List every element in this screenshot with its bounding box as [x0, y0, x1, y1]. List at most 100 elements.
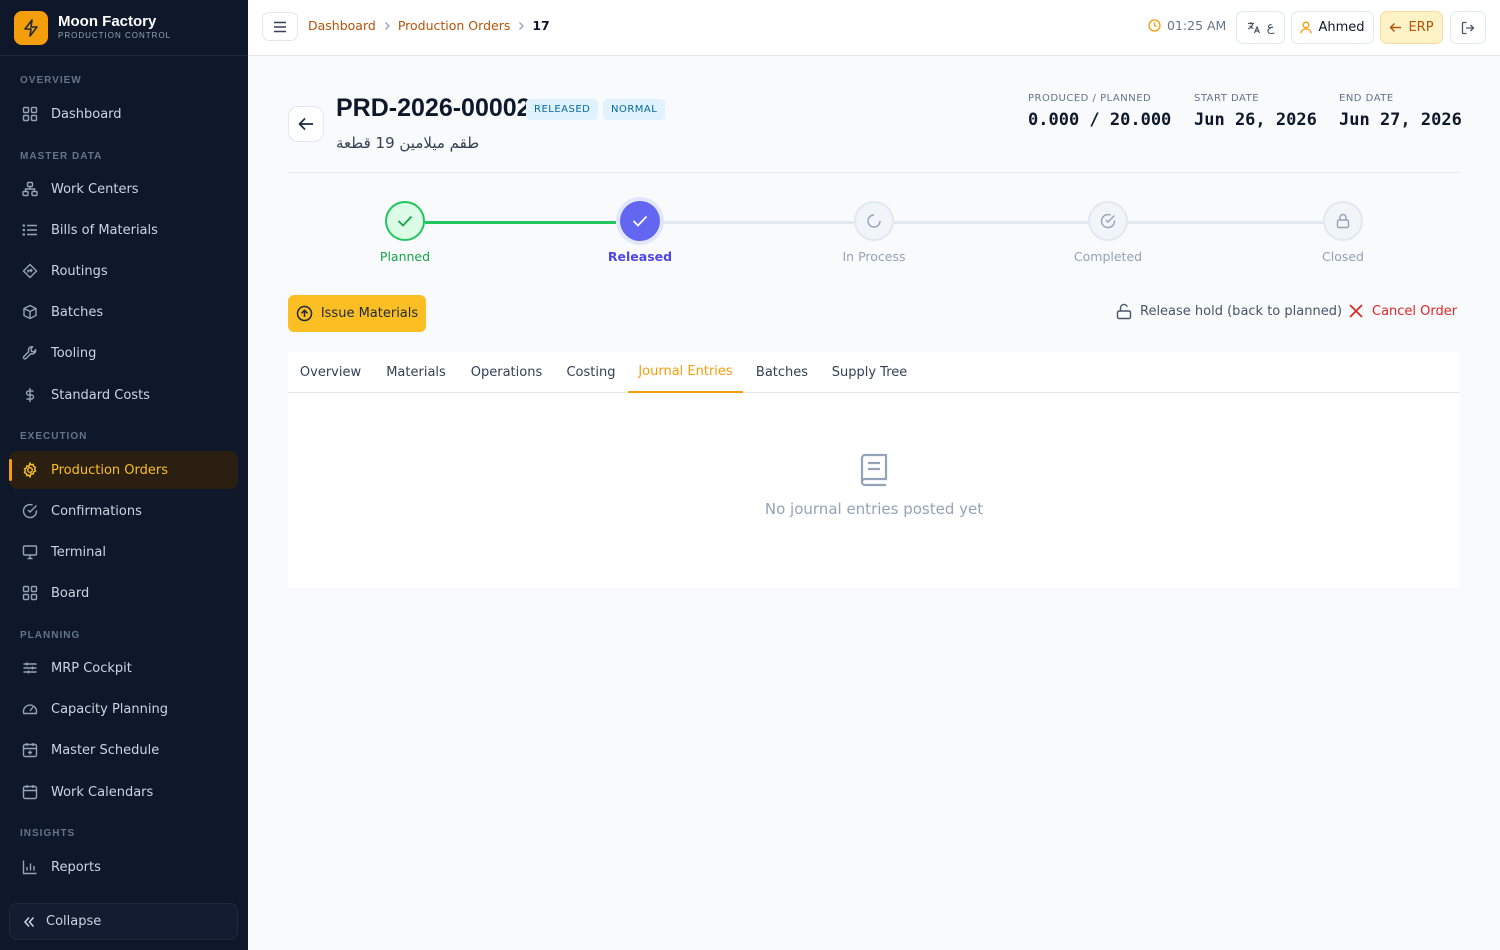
menu-toggle-button[interactable] [262, 12, 298, 41]
sidebar-item-work-centers[interactable]: Work Centers [9, 170, 238, 208]
wrench-icon [21, 344, 39, 362]
sidebar-item-dashboard[interactable]: Dashboard [9, 95, 238, 133]
clock: 01:25 AM [1148, 18, 1226, 33]
sidebar-item-label: Reports [51, 859, 101, 875]
route-icon [21, 262, 39, 280]
close-icon [1348, 303, 1364, 319]
sidebar-item-tooling[interactable]: Tooling [9, 334, 238, 372]
produced-planned: PRODUCED / PLANNED 0.000 / 20.000 [1028, 93, 1171, 130]
tab-batches[interactable]: Batches [743, 352, 821, 393]
sidebar-item-bills-of-materials[interactable]: Bills of Materials [9, 211, 238, 249]
sidebar-item-label: Terminal [51, 544, 106, 560]
brand: Moon Factory PRODUCTION CONTROL [0, 0, 248, 56]
calendar-icon [21, 783, 39, 801]
book-icon [858, 453, 890, 487]
produced-label: PRODUCED / PLANNED [1028, 93, 1152, 104]
end-date-label: END DATE [1339, 93, 1394, 104]
cancel-order-label: Cancel Order [1372, 303, 1458, 319]
sidebar-item-label: MRP Cockpit [51, 660, 132, 676]
sidebar-item-reports[interactable]: Reports [9, 848, 238, 886]
step-connector-done [425, 221, 616, 224]
chevron-right-icon [383, 21, 391, 31]
back-button[interactable] [288, 106, 324, 142]
check-icon [397, 215, 413, 227]
check-icon [632, 215, 648, 227]
sidebar-item-label: Confirmations [51, 503, 142, 519]
gauge-icon [21, 700, 39, 718]
loader-icon [866, 213, 882, 229]
language-button[interactable]: ع [1236, 11, 1285, 44]
sidebar-item-standard-costs[interactable]: Standard Costs [9, 376, 238, 414]
sidebar-item-label: Dashboard [51, 106, 122, 122]
step-connector [1128, 221, 1323, 224]
sidebar-item-label: Tooling [51, 345, 97, 361]
sidebar-item-master-schedule[interactable]: Master Schedule [9, 731, 238, 769]
clock-time: 01:25 AM [1167, 18, 1227, 33]
product-name: طقم ميلامين 19 قطعة [336, 134, 480, 152]
logout-button[interactable] [1450, 11, 1486, 44]
step-label-planned: Planned [379, 249, 431, 264]
nav-section-planning: PLANNING [20, 630, 81, 641]
sidebar-item-routings[interactable]: Routings [9, 252, 238, 290]
sidebar-item-label: Routings [51, 263, 108, 279]
tab-materials[interactable]: Materials [373, 352, 459, 393]
arrow-left-icon [1389, 22, 1402, 33]
release-hold-button[interactable]: Release hold (back to planned) [1116, 303, 1342, 320]
start-date: START DATE Jun 26, 2026 [1194, 93, 1317, 130]
arrow-left-icon [298, 117, 314, 131]
sidebar-item-batches[interactable]: Batches [9, 293, 238, 331]
sidebar-item-mrp-cockpit[interactable]: MRP Cockpit [9, 649, 238, 687]
tab-supply-tree[interactable]: Supply Tree [821, 352, 918, 393]
sidebar-item-terminal[interactable]: Terminal [9, 533, 238, 571]
step-label-closed: Closed [1322, 249, 1364, 264]
issue-materials-label: Issue Materials [320, 306, 419, 321]
empty-state-message: No journal entries posted yet [764, 500, 984, 518]
nav-section-execution: EXECUTION [20, 431, 88, 442]
breadcrumb-dashboard[interactable]: Dashboard [308, 18, 376, 33]
journal-entries-panel: No journal entries posted yet [288, 393, 1460, 588]
grid-icon [21, 584, 39, 602]
sidebar-item-board[interactable]: Board [9, 574, 238, 612]
end-date: END DATE Jun 27, 2026 [1339, 93, 1462, 130]
issue-materials-button[interactable]: Issue Materials [288, 295, 426, 332]
step-label-in-process: In Process [842, 249, 906, 264]
network-icon [21, 180, 39, 198]
sidebar-item-label: Standard Costs [51, 387, 150, 403]
chevron-right-icon [517, 21, 525, 31]
start-date-label: START DATE [1194, 93, 1260, 104]
cancel-order-button[interactable]: Cancel Order [1348, 303, 1457, 319]
topbar: Dashboard Production Orders 17 01:25 AM … [248, 0, 1500, 56]
sidebar-item-label: Board [51, 585, 90, 601]
brand-subtitle: PRODUCTION CONTROL [58, 31, 172, 40]
step-connector [660, 221, 854, 224]
user-icon [1300, 21, 1313, 34]
list-icon [21, 221, 39, 239]
monitor-icon [21, 543, 39, 561]
erp-button[interactable]: ERP [1380, 11, 1443, 44]
status-badge: RELEASED [526, 99, 599, 120]
step-label-completed: Completed [1073, 249, 1143, 264]
tab-operations[interactable]: Operations [459, 352, 554, 393]
breadcrumb-current: 17 [532, 18, 550, 33]
breadcrumb-production-orders[interactable]: Production Orders [398, 18, 511, 33]
chevrons-left-icon [22, 915, 36, 929]
sidebar-item-production-orders[interactable]: Production Orders [9, 451, 238, 489]
sidebar-item-work-calendars[interactable]: Work Calendars [9, 773, 238, 811]
sidebar-item-label: Capacity Planning [51, 701, 168, 717]
sidebar-item-capacity-planning[interactable]: Capacity Planning [9, 690, 238, 728]
nav-section-insights: INSIGHTS [20, 828, 76, 839]
step-completed [1088, 201, 1128, 241]
sidebar: Moon Factory PRODUCTION CONTROL OVERVIEW… [0, 0, 248, 950]
collapse-button[interactable]: Collapse [9, 903, 238, 940]
tab-overview[interactable]: Overview [288, 352, 373, 393]
sidebar-item-confirmations[interactable]: Confirmations [9, 492, 238, 530]
sidebar-item-label: Batches [51, 304, 104, 320]
tab-journal-entries[interactable]: Journal Entries [628, 352, 743, 393]
step-in-process [854, 201, 894, 241]
collapse-label: Collapse [46, 914, 102, 929]
user-name: Ahmed [1318, 20, 1365, 35]
tab-costing[interactable]: Costing [554, 352, 628, 393]
page-title: PRD-2026-00002 [336, 94, 531, 122]
start-date-value: Jun 26, 2026 [1194, 110, 1317, 130]
user-menu-button[interactable]: Ahmed [1291, 11, 1374, 44]
